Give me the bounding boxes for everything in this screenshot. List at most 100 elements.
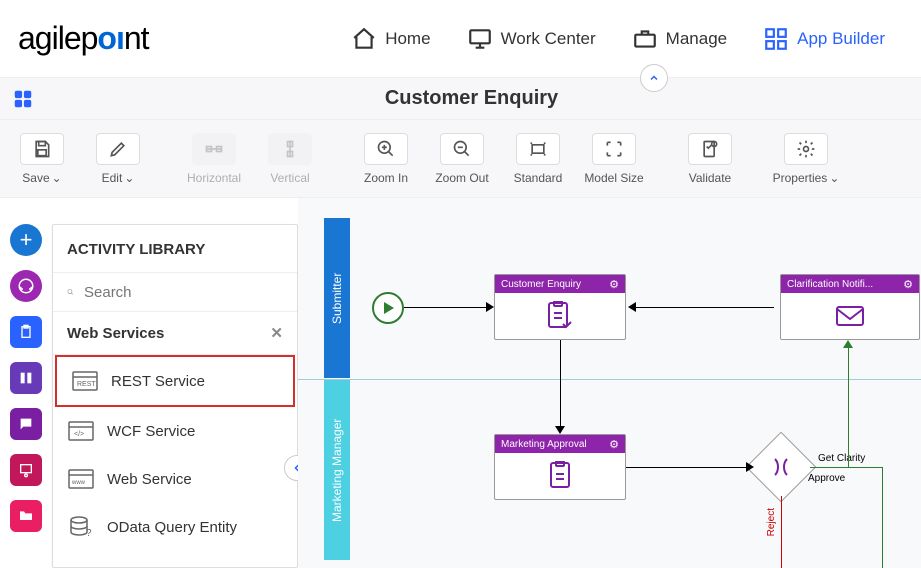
- vertical-button: Vertical: [256, 126, 324, 191]
- zoom-out-button[interactable]: Zoom Out: [428, 126, 496, 191]
- sidebar-section-label: Web Services: [67, 325, 164, 342]
- edge-label-reject: Reject: [766, 508, 777, 536]
- top-navigation: agilepoınt Home Work Center Manage App B…: [0, 0, 921, 78]
- sidebar-item-label: Web Service: [107, 471, 192, 488]
- pencil-icon: [108, 139, 128, 159]
- save-icon: [32, 139, 52, 159]
- connector-approve: [882, 467, 883, 568]
- svg-text:REST: REST: [77, 381, 96, 388]
- arrow-icon: [746, 462, 754, 472]
- fit-icon: [604, 139, 624, 159]
- chevron-down-icon: ⌄: [829, 171, 839, 185]
- nav-app-builder[interactable]: App Builder: [763, 26, 885, 52]
- database-icon: ?: [67, 516, 95, 538]
- rail-folder[interactable]: [10, 500, 42, 532]
- nav-manage[interactable]: Manage: [632, 26, 727, 52]
- rail-presentation[interactable]: [10, 454, 42, 486]
- properties-button[interactable]: Properties⌄: [772, 126, 840, 191]
- standard-view-icon: [528, 139, 548, 159]
- edge-label-get-clarity: Get Clarity: [818, 453, 865, 464]
- apps-icon: [763, 26, 789, 52]
- activity-marketing-approval[interactable]: Marketing Approval ⚙: [494, 434, 626, 500]
- swimlane-divider: [298, 379, 921, 380]
- save-button[interactable]: Save⌄: [8, 126, 76, 191]
- folder-icon: [18, 508, 34, 524]
- search-input[interactable]: [84, 284, 283, 301]
- sidebar-item-label: REST Service: [111, 373, 205, 390]
- connector-reject: [781, 496, 782, 568]
- sidebar-item-rest-service[interactable]: REST REST Service: [55, 355, 295, 407]
- zoom-out-icon: [452, 139, 472, 159]
- form-icon: [543, 301, 577, 331]
- gateway-decision[interactable]: [746, 432, 817, 503]
- standard-button[interactable]: Standard: [504, 126, 572, 191]
- app-grid-icon[interactable]: [12, 88, 34, 110]
- clipboard-icon: [18, 324, 34, 340]
- model-size-button[interactable]: Model Size: [580, 126, 648, 191]
- svg-text:?: ?: [86, 528, 92, 538]
- nav-work-center-label: Work Center: [501, 29, 596, 49]
- add-button[interactable]: +: [10, 224, 42, 256]
- rest-icon: REST: [71, 370, 99, 392]
- connector-approve: [810, 467, 882, 468]
- arrow-icon: [486, 302, 494, 312]
- search-icon: [67, 283, 74, 301]
- sidebar-item-odata[interactable]: ? OData Query Entity: [53, 503, 297, 551]
- wcf-icon: </>: [67, 420, 95, 442]
- columns-icon: [18, 370, 34, 386]
- chevron-down-icon: ⌄: [124, 171, 134, 185]
- www-icon: www: [67, 468, 95, 490]
- gear-icon[interactable]: ⚙: [609, 278, 619, 291]
- brand-logo: agilepoınt: [18, 20, 149, 57]
- activity-library-panel: ACTIVITY LIBRARY Web Services ✕ REST RES…: [52, 224, 298, 568]
- rail-chat[interactable]: [10, 408, 42, 440]
- home-icon: [351, 26, 377, 52]
- activity-customer-enquiry[interactable]: Customer Enquiry ⚙: [494, 274, 626, 340]
- nav-home[interactable]: Home: [351, 26, 430, 52]
- rail-columns[interactable]: [10, 362, 42, 394]
- process-canvas[interactable]: Submitter Marketing Manager Customer Enq…: [298, 198, 921, 568]
- swimlane-submitter[interactable]: Submitter: [324, 218, 350, 378]
- title-bar: Customer Enquiry: [0, 78, 921, 120]
- gear-icon[interactable]: ⚙: [903, 278, 913, 291]
- process-title: Customer Enquiry: [34, 87, 909, 110]
- sidebar-item-wcf-service[interactable]: </> WCF Service: [53, 407, 297, 455]
- form-icon: [543, 461, 577, 491]
- monitor-icon: [467, 26, 493, 52]
- zoom-in-icon: [376, 139, 396, 159]
- sidebar-section-web-services[interactable]: Web Services ✕: [53, 312, 297, 355]
- activity-title: Customer Enquiry: [501, 279, 581, 290]
- arrow-icon: [555, 426, 565, 434]
- sidebar-title: ACTIVITY LIBRARY: [53, 225, 297, 273]
- sidebar-item-web-service[interactable]: www Web Service: [53, 455, 297, 503]
- edit-button[interactable]: Edit⌄: [84, 126, 152, 191]
- mail-icon: [833, 301, 867, 331]
- headset-icon: [17, 277, 35, 295]
- sidebar-search[interactable]: [53, 273, 297, 312]
- left-rail: +: [0, 224, 52, 532]
- presentation-icon: [18, 462, 34, 478]
- connector: [636, 307, 774, 308]
- gear-icon: [796, 139, 816, 159]
- nav-work-center[interactable]: Work Center: [467, 26, 596, 52]
- nav-home-label: Home: [385, 29, 430, 49]
- horizontal-button: Horizontal: [180, 126, 248, 191]
- zoom-in-button[interactable]: Zoom In: [352, 126, 420, 191]
- sidebar-item-label: WCF Service: [107, 423, 195, 440]
- nav-manage-label: Manage: [666, 29, 727, 49]
- align-horizontal-icon: [204, 139, 224, 159]
- connector: [404, 307, 486, 308]
- swimlane-marketing[interactable]: Marketing Manager: [324, 380, 350, 560]
- start-event[interactable]: [372, 292, 404, 324]
- collapse-header-button[interactable]: [640, 64, 668, 92]
- validate-icon: [700, 139, 720, 159]
- gear-icon[interactable]: ⚙: [609, 438, 619, 451]
- arrow-icon: [628, 302, 636, 312]
- validate-button[interactable]: Validate: [676, 126, 744, 191]
- rail-activity-library[interactable]: [10, 270, 42, 302]
- rail-clipboard[interactable]: [10, 316, 42, 348]
- toolbar: Save⌄ Edit⌄ Horizontal Vertical Zoom In …: [0, 120, 921, 198]
- close-icon[interactable]: ✕: [270, 324, 283, 342]
- connector: [560, 340, 561, 426]
- activity-clarification[interactable]: Clarification Notifi... ⚙: [780, 274, 920, 340]
